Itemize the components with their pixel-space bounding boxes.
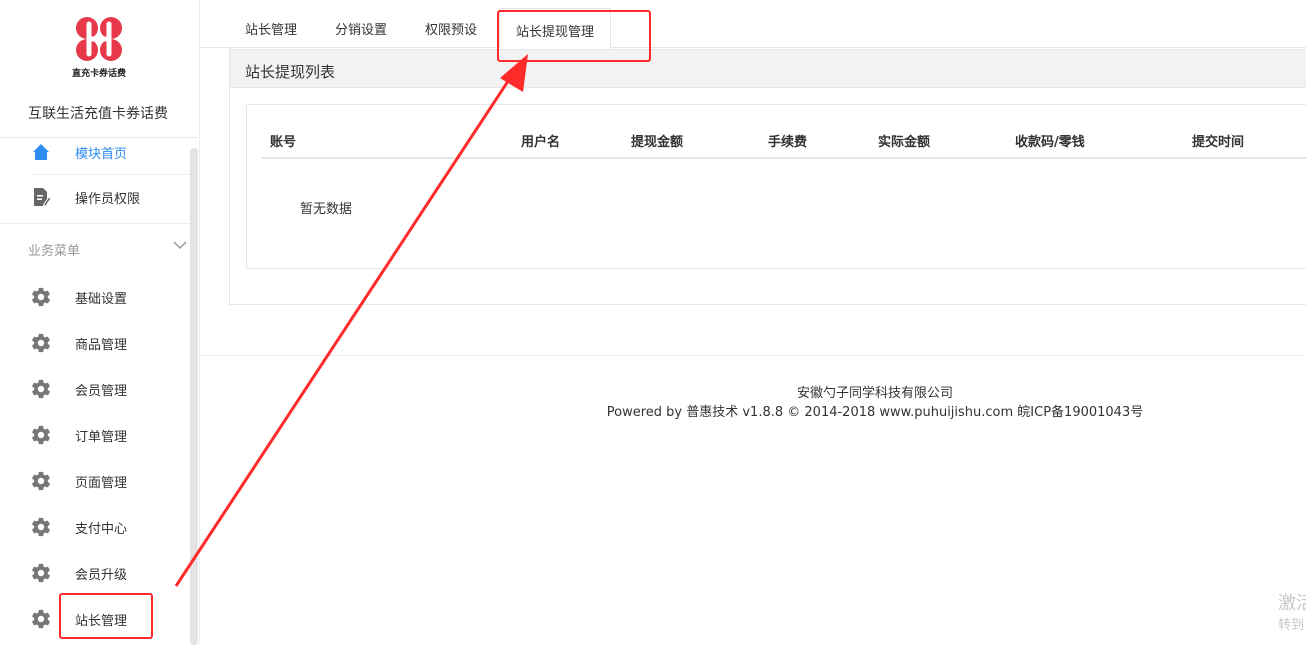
sidebar-item-label: 页面管理 (75, 475, 128, 491)
sidebar-item-order-management[interactable]: 订单管理 (0, 413, 198, 457)
footer-powered-by: Powered by 普惠技术 v1.8.8 © 2014-2018 www.p… (606, 405, 1144, 420)
gear-icon (30, 286, 52, 308)
home-icon (30, 141, 52, 163)
watermark-line-2: 转到 (1278, 618, 1305, 633)
column-header-withdraw-amount: 提现金额 (631, 135, 684, 150)
highlight-box-sidebar (59, 593, 153, 639)
gear-icon (30, 608, 52, 630)
header-divider (262, 157, 1306, 159)
sidebar-item-label: 模块首页 (75, 146, 128, 162)
sidebar-item-page-management[interactable]: 页面管理 (0, 459, 198, 503)
column-header-actual-amount: 实际金额 (878, 135, 931, 150)
highlight-box-tab (497, 10, 651, 62)
document-edit-icon (30, 186, 52, 208)
logo-caption: 直充卡券话费 (71, 69, 126, 79)
sidebar-item-label: 基础设置 (75, 291, 128, 307)
divider (0, 223, 198, 224)
tab-bar: 站长管理 分销设置 权限预设 站长提现管理 (200, 0, 1306, 49)
column-header-fee: 手续费 (768, 135, 808, 150)
empty-state: 暂无数据 (300, 202, 353, 217)
sidebar-item-member-management[interactable]: 会员管理 (0, 367, 198, 411)
gear-icon (30, 332, 52, 354)
sidebar-item-operator-permissions[interactable]: 操作员权限 (0, 175, 198, 219)
sidebar-item-label: 支付中心 (75, 521, 128, 537)
withdrawal-table: 账号 用户名 提现金额 手续费 实际金额 收款码/零钱 提交时间 暂无数据 (246, 104, 1306, 269)
sidebar-item-member-upgrade[interactable]: 会员升级 (0, 551, 198, 595)
sidebar-item-product-management[interactable]: 商品管理 (0, 321, 198, 365)
sidebar-scrollbar[interactable] (190, 148, 198, 645)
chevron-down-icon[interactable] (173, 240, 187, 250)
gear-icon (30, 516, 52, 538)
menu-group-label: 业务菜单 (28, 244, 81, 259)
sidebar: 直充卡券话费 互联生活充值卡券话费 模块首页 操作员权限 业务菜单 基础设置商品… (0, 0, 200, 645)
withdrawal-panel: 站长提现列表 账号 用户名 提现金额 手续费 实际金额 收款码/零钱 提交时间 … (229, 49, 1306, 305)
sidebar-item-label: 操作员权限 (75, 191, 141, 207)
column-header-account: 账号 (270, 135, 297, 150)
activation-watermark: 激活 转到 (1270, 580, 1306, 640)
gear-icon (30, 424, 52, 446)
tab-permission-presets[interactable]: 权限预设 (425, 19, 477, 38)
sidebar-item-label: 会员升级 (75, 567, 128, 583)
sidebar-item-label: 订单管理 (75, 429, 128, 445)
sidebar-item-payment-center[interactable]: 支付中心 (0, 505, 198, 549)
brand-area: 直充卡券话费 互联生活充值卡券话费 (0, 0, 198, 138)
column-header-username: 用户名 (521, 135, 561, 150)
gear-icon (30, 562, 52, 584)
tab-distribution-settings[interactable]: 分销设置 (335, 19, 387, 38)
panel-title: 站长提现列表 (230, 50, 1306, 88)
footer-divider (200, 355, 1306, 356)
gear-icon (30, 470, 52, 492)
sidebar-item-label: 会员管理 (75, 383, 128, 399)
footer-company: 安徽勺子同学科技有限公司 (796, 386, 953, 401)
site-name: 互联生活充值卡券话费 (28, 106, 168, 122)
watermark-line-1: 激活 (1278, 593, 1306, 614)
column-header-submit-time: 提交时间 (1192, 135, 1245, 150)
column-header-payment-code: 收款码/零钱 (1015, 135, 1085, 150)
sidebar-item-basic-settings[interactable]: 基础设置 (0, 275, 198, 319)
tab-site-admin[interactable]: 站长管理 (245, 19, 297, 38)
brand-logo-icon (76, 17, 122, 61)
gear-icon (30, 378, 52, 400)
sidebar-item-home[interactable]: 模块首页 (0, 130, 198, 174)
sidebar-item-label: 商品管理 (75, 337, 128, 353)
